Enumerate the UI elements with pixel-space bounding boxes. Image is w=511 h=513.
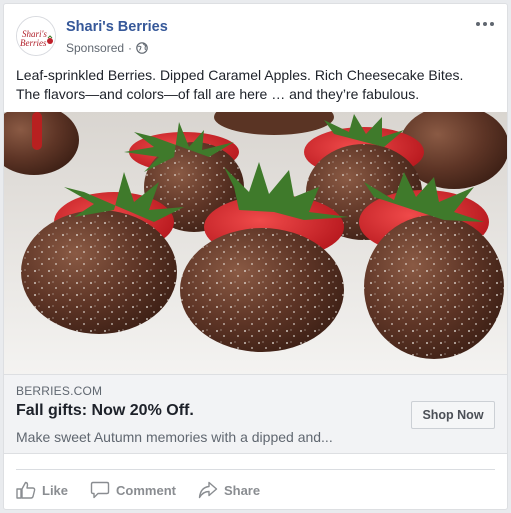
link-headline[interactable]: Fall gifts: Now 20% Off. — [16, 402, 194, 420]
post-actions: Like Comment Share — [16, 476, 495, 504]
post-message-line-1: Leaf-sprinkled Berries. Dipped Caramel A… — [16, 67, 464, 83]
brand-logo: Shari's Berries — [17, 17, 55, 55]
like-button[interactable]: Like — [16, 481, 68, 499]
post-message-line-2: The flavors—and colors—of fall are here … — [16, 86, 420, 102]
comment-label: Comment — [116, 482, 176, 498]
post-header: Shari's Berries Shari's Berries Sponsore… — [16, 16, 495, 60]
share-label: Share — [223, 482, 261, 498]
sponsored-post-card: Shari's Berries Shari's Berries Sponsore… — [3, 3, 508, 510]
share-icon — [198, 481, 218, 499]
sponsored-label[interactable]: Sponsored — [66, 41, 124, 55]
link-domain: BERRIES.COM — [16, 384, 103, 398]
post-meta: Sponsored · — [66, 41, 148, 55]
more-options-icon[interactable] — [475, 16, 495, 32]
comment-button[interactable]: Comment — [90, 481, 176, 499]
link-description: Make sweet Autumn memories with a dipped… — [16, 429, 333, 445]
meta-separator: · — [128, 41, 133, 55]
ad-image[interactable] — [4, 112, 507, 374]
page-avatar[interactable]: Shari's Berries — [16, 16, 56, 56]
like-label: Like — [42, 482, 69, 498]
shop-now-button[interactable]: Shop Now — [411, 401, 495, 429]
chocolate-strawberries-image — [4, 112, 507, 374]
comment-icon — [90, 481, 110, 499]
post-message: Leaf-sprinkled Berries. Dipped Caramel A… — [16, 66, 497, 104]
page-name-link[interactable]: Shari's Berries — [66, 19, 168, 35]
share-button[interactable]: Share — [198, 481, 260, 499]
globe-icon[interactable] — [136, 42, 148, 54]
actions-divider — [16, 469, 495, 470]
like-icon — [16, 481, 36, 499]
svg-text:Berries: Berries — [20, 38, 47, 48]
link-preview[interactable]: BERRIES.COM Fall gifts: Now 20% Off. Mak… — [4, 374, 507, 454]
